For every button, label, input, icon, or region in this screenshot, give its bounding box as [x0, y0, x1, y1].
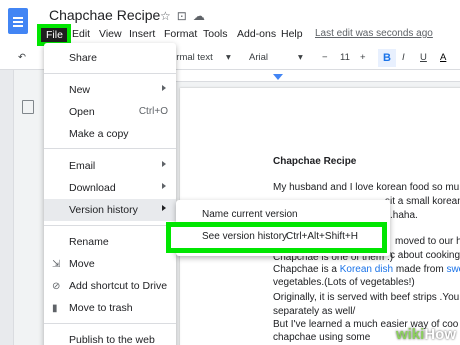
menu-item-label: Move [69, 258, 95, 270]
document-title[interactable]: Chapchae Recipe [49, 7, 160, 23]
submenu-item-see-version-history[interactable]: See version history Ctrl+Alt+Shift+H [166, 222, 387, 253]
document-link[interactable]: Korean dish [340, 264, 393, 275]
document-line: moved to our h [395, 236, 460, 247]
bold-button[interactable]: B [378, 49, 396, 67]
menu-item-shortcut: Ctrl+O [138, 106, 168, 117]
submenu-arrow-icon [162, 205, 166, 211]
menu-item-version-history[interactable]: Version history [44, 199, 176, 221]
menu-item-make-a-copy[interactable]: Make a copy [44, 123, 176, 145]
submenu-item-shortcut: Ctrl+Alt+Shift+H [286, 231, 358, 242]
chevron-down-icon[interactable]: ▾ [226, 52, 231, 63]
menu-item-label: Rename [69, 236, 109, 248]
docs-logo-icon[interactable] [8, 8, 28, 34]
document-line: chapchae using some [273, 332, 371, 343]
document-outline-icon[interactable] [22, 100, 34, 114]
menu-item-label: Download [69, 182, 116, 194]
trash-icon: ▮ [52, 303, 58, 314]
ruler-indent-marker[interactable] [273, 74, 283, 80]
move-folder-icon[interactable]: ⊡ [177, 9, 193, 23]
menu-item-label: Share [69, 52, 98, 64]
vertical-ruler [0, 70, 14, 345]
menu-format[interactable]: Format [164, 28, 197, 40]
menu-item-label: Make a copy [69, 128, 129, 140]
wikihow-watermark: wikiHow [396, 326, 456, 343]
drive-shortcut-icon: ⊘ [52, 281, 61, 292]
cloud-status-icon[interactable]: ☁ [193, 9, 211, 23]
title-actions: ☆⊡☁ [160, 9, 211, 23]
paragraph-style-select[interactable]: ormal text [171, 52, 213, 63]
font-size-decrease-icon[interactable]: − [322, 52, 328, 63]
menu-item-move-to-trash[interactable]: ▮ Move to trash [44, 297, 176, 319]
menu-tools[interactable]: Tools [203, 28, 228, 40]
menu-item-download[interactable]: Download [44, 177, 176, 199]
menu-divider [44, 225, 176, 226]
horizontal-ruler [170, 70, 460, 82]
document-heading: Chapchae Recipe [273, 156, 357, 167]
font-select[interactable]: Arial [249, 52, 268, 63]
document-text: made from [393, 264, 447, 275]
font-size-input[interactable]: 11 [340, 52, 350, 63]
document-line: sit a small korean [385, 196, 460, 207]
submenu-arrow-icon [162, 183, 166, 189]
document-line: vegetables.(Lots of vegetables!) [273, 277, 415, 288]
menu-insert[interactable]: Insert [129, 28, 155, 40]
font-size-increase-icon[interactable]: + [360, 52, 366, 63]
last-edit-link[interactable]: Last edit was seconds ago [315, 28, 433, 39]
document-line: separately as well/ [273, 306, 356, 317]
submenu-arrow-icon [162, 161, 166, 167]
menu-item-label: Add shortcut to Drive [69, 280, 168, 292]
menu-item-email[interactable]: Email [44, 155, 176, 177]
menu-item-label: Move to trash [69, 302, 133, 314]
menu-item-label: Publish to the web [69, 334, 155, 345]
menu-edit[interactable]: Edit [72, 28, 90, 40]
document-line: Chapchae is a Korean dish made from swee [273, 264, 460, 275]
menu-item-add-shortcut[interactable]: ⊘ Add shortcut to Drive [44, 275, 176, 297]
menu-item-new[interactable]: New [44, 79, 176, 101]
menu-item-label: New [69, 84, 91, 96]
submenu-arrow-icon [162, 85, 166, 91]
menu-item-label: Email [69, 160, 96, 172]
undo-icon[interactable]: ↶ [18, 52, 26, 63]
menu-divider [44, 73, 176, 74]
watermark-prefix: wiki [395, 326, 425, 343]
star-icon[interactable]: ☆ [160, 9, 177, 23]
document-link[interactable]: swee [446, 264, 460, 275]
submenu-item-label: See version history [202, 231, 288, 242]
title-bar: Chapchae Recipe ☆⊡☁ File Edit View Inser… [0, 0, 460, 46]
document-line: c about cooking [390, 250, 460, 261]
chevron-down-icon[interactable]: ▾ [298, 52, 303, 63]
menu-divider [44, 148, 176, 149]
document-line: My husband and I love korean food so mu [273, 182, 460, 193]
italic-button[interactable]: I [402, 52, 405, 63]
menu-help[interactable]: Help [281, 28, 303, 40]
menu-item-rename[interactable]: Rename [44, 231, 176, 253]
menu-item-label: Version history [69, 204, 138, 216]
menu-view[interactable]: View [99, 28, 122, 40]
menu-file-active-label[interactable]: File [46, 29, 63, 41]
underline-button[interactable]: U [420, 52, 427, 63]
file-menu: Share New Open Ctrl+O Make a copy Email … [44, 43, 176, 345]
folder-move-icon: ⇲ [52, 259, 61, 270]
menu-item-open[interactable]: Open Ctrl+O [44, 101, 176, 123]
menu-item-share[interactable]: Share [44, 47, 176, 69]
menu-item-publish[interactable]: Publish to the web [44, 329, 176, 345]
menu-item-label: Open [69, 106, 95, 118]
menu-addons[interactable]: Add-ons [237, 28, 276, 40]
text-color-button[interactable]: A [440, 52, 446, 63]
submenu-item-label: Name current version [202, 209, 298, 220]
document-line: Originally, it is served with beef strip… [273, 292, 460, 303]
menu-item-move[interactable]: ⇲ Move [44, 253, 176, 275]
menu-divider [44, 323, 176, 324]
document-text: Chapchae is a [273, 264, 340, 275]
watermark-suffix: How [424, 326, 456, 343]
